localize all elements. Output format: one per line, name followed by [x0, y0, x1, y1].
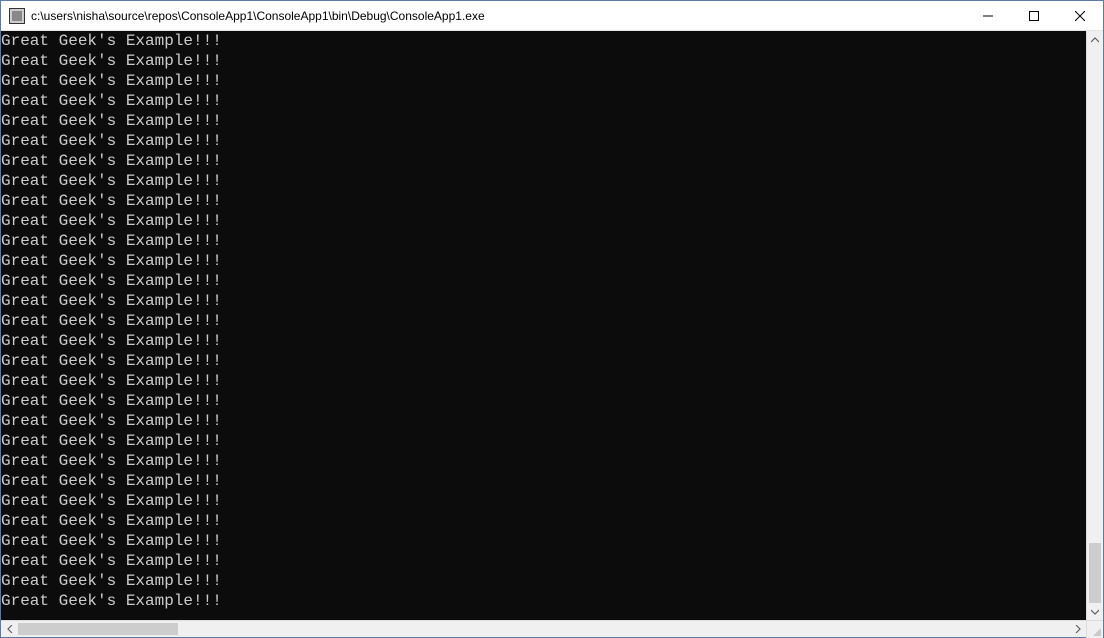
horizontal-scrollbar[interactable]	[1, 620, 1103, 637]
console-line: Great Geek's Example!!!	[1, 131, 1086, 151]
console-line: Great Geek's Example!!!	[1, 411, 1086, 431]
console-line: Great Geek's Example!!!	[1, 491, 1086, 511]
console-line: Great Geek's Example!!!	[1, 171, 1086, 191]
console-line: Great Geek's Example!!!	[1, 591, 1086, 611]
console-line: Great Geek's Example!!!	[1, 31, 1086, 51]
console-line: Great Geek's Example!!!	[1, 111, 1086, 131]
console-line: Great Geek's Example!!!	[1, 351, 1086, 371]
console-line: Great Geek's Example!!!	[1, 291, 1086, 311]
window-title: c:\users\nisha\source\repos\ConsoleApp1\…	[31, 9, 965, 23]
console-wrap: Great Geek's Example!!!Great Geek's Exam…	[1, 31, 1103, 620]
console-line: Great Geek's Example!!!	[1, 451, 1086, 471]
console-line: Great Geek's Example!!!	[1, 391, 1086, 411]
horizontal-scroll-thumb[interactable]	[18, 623, 178, 635]
console-line: Great Geek's Example!!!	[1, 431, 1086, 451]
console-window: c:\users\nisha\source\repos\ConsoleApp1\…	[0, 0, 1104, 638]
console-line: Great Geek's Example!!!	[1, 211, 1086, 231]
titlebar[interactable]: c:\users\nisha\source\repos\ConsoleApp1\…	[1, 1, 1103, 31]
scroll-up-icon[interactable]	[1087, 31, 1104, 48]
vertical-scroll-track[interactable]	[1087, 48, 1103, 603]
console-line: Great Geek's Example!!!	[1, 191, 1086, 211]
console-line: Great Geek's Example!!!	[1, 71, 1086, 91]
console-line: Great Geek's Example!!!	[1, 571, 1086, 591]
scroll-down-icon[interactable]	[1087, 603, 1104, 620]
vertical-scrollbar[interactable]	[1086, 31, 1103, 620]
console-line: Great Geek's Example!!!	[1, 471, 1086, 491]
window-controls	[965, 1, 1103, 30]
console-line: Great Geek's Example!!!	[1, 531, 1086, 551]
minimize-button[interactable]	[965, 1, 1011, 30]
console-line: Great Geek's Example!!!	[1, 511, 1086, 531]
client-area: Great Geek's Example!!!Great Geek's Exam…	[1, 31, 1103, 637]
resize-grip-icon[interactable]	[1086, 621, 1103, 638]
close-button[interactable]	[1057, 1, 1103, 30]
console-line: Great Geek's Example!!!	[1, 251, 1086, 271]
vertical-scroll-thumb[interactable]	[1089, 543, 1101, 603]
console-line: Great Geek's Example!!!	[1, 231, 1086, 251]
console-line: Great Geek's Example!!!	[1, 311, 1086, 331]
console-line: Great Geek's Example!!!	[1, 91, 1086, 111]
app-icon	[9, 8, 25, 24]
console-line: Great Geek's Example!!!	[1, 371, 1086, 391]
console-line: Great Geek's Example!!!	[1, 151, 1086, 171]
console-line: Great Geek's Example!!!	[1, 331, 1086, 351]
scroll-right-icon[interactable]	[1069, 621, 1086, 638]
console-line: Great Geek's Example!!!	[1, 51, 1086, 71]
maximize-button[interactable]	[1011, 1, 1057, 30]
console-line: Great Geek's Example!!!	[1, 271, 1086, 291]
horizontal-scroll-track[interactable]	[18, 621, 1069, 637]
scroll-left-icon[interactable]	[1, 621, 18, 638]
console-output[interactable]: Great Geek's Example!!!Great Geek's Exam…	[1, 31, 1086, 620]
console-line: Great Geek's Example!!!	[1, 551, 1086, 571]
